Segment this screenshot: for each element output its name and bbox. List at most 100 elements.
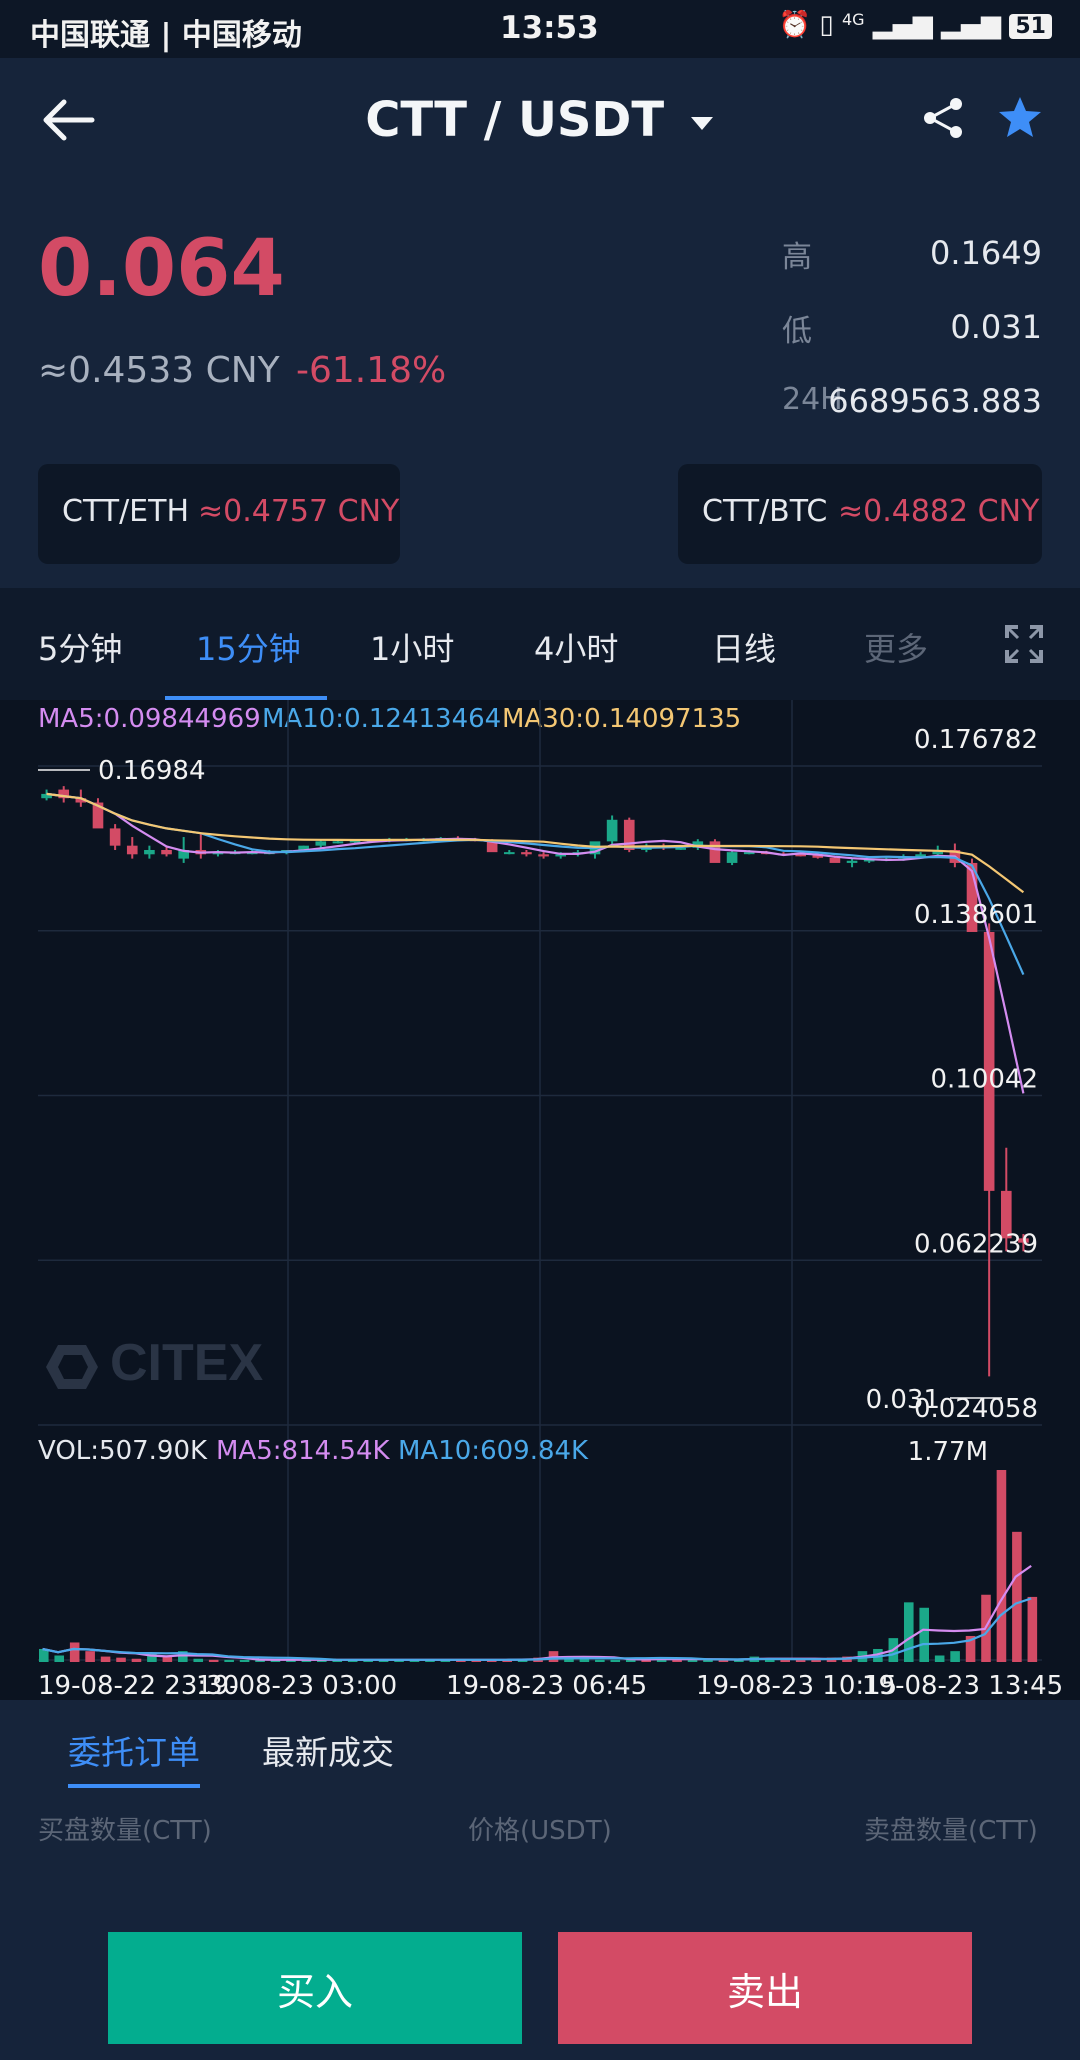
pair-eth[interactable]: CTT/ETH ≈0.4757 CNY xyxy=(38,464,400,564)
vol-legend-ma10: MA10:609.84K xyxy=(398,1436,589,1466)
orderbook-tab-indicator xyxy=(68,1784,200,1788)
tab-more[interactable]: 更多 xyxy=(864,624,928,670)
volume-bar xyxy=(193,1658,204,1662)
y-axis-label: 0.176782 xyxy=(914,725,1038,755)
volume-bar xyxy=(780,1659,790,1662)
volume-24h-value: 6689563.883 xyxy=(828,382,1042,420)
volume-bar xyxy=(239,1659,250,1662)
pair-btc-value: ≈0.4882 CNY xyxy=(838,494,1040,529)
volume-bar xyxy=(131,1658,142,1662)
volume-bars xyxy=(39,1470,1038,1662)
carrier-label: 中国联通 | 中国移动 xyxy=(30,18,302,53)
volume-bar xyxy=(208,1659,219,1662)
candle-body xyxy=(983,931,995,1191)
candle-body xyxy=(709,841,721,863)
candle-body xyxy=(109,828,121,846)
tab-15min[interactable]: 15分钟 xyxy=(196,624,301,670)
citex-watermark: CITEX xyxy=(46,1334,263,1392)
low-marker-label: 0.031 xyxy=(866,1385,940,1415)
header: CTT / USDT xyxy=(0,58,1080,188)
vol-ma10-line xyxy=(42,1597,1032,1661)
volume-bar xyxy=(116,1657,126,1662)
candle-body xyxy=(315,841,327,846)
pair-btc-label: CTT/BTC xyxy=(702,494,828,529)
watermark-text: CITEX xyxy=(110,1334,263,1392)
candle-body xyxy=(846,860,858,863)
axis-labels: 0.1767820.1386010.100420.0622390.0240580… xyxy=(38,725,1063,1700)
volume-bar xyxy=(996,1470,1007,1662)
price-panel: 0.064 ≈0.4533 CNY -61.18% 高 0.1649 低 0.0… xyxy=(0,188,1080,588)
candle-body xyxy=(726,852,738,863)
x-axis-label: 19-08-23 13:45 xyxy=(862,1671,1063,1700)
cny-price: ≈0.4533 CNY xyxy=(38,350,280,391)
status-time: 13:53 xyxy=(500,10,599,46)
volume-bar xyxy=(934,1655,945,1662)
star-icon[interactable] xyxy=(996,94,1044,142)
candle-body xyxy=(829,857,841,863)
tab-4h[interactable]: 4小时 xyxy=(534,624,618,670)
candle-body xyxy=(606,819,618,842)
pair-title[interactable]: CTT / USDT xyxy=(0,92,1080,148)
share-icon[interactable] xyxy=(922,96,966,140)
y-axis-label: 0.10042 xyxy=(930,1065,1038,1095)
low-value: 0.031 xyxy=(950,308,1042,346)
buy-button[interactable]: 买入 xyxy=(108,1932,522,2044)
candles xyxy=(41,786,1029,1377)
tab-daily[interactable]: 日线 xyxy=(712,624,776,670)
volume-bar xyxy=(1027,1596,1038,1662)
action-bar: 买入 卖出 xyxy=(0,1910,1080,2060)
ma10-line xyxy=(46,792,1025,976)
volume-bar xyxy=(100,1656,111,1662)
candle-body xyxy=(503,852,515,855)
chart-canvas: CITEX 0.176782 0.138601 0.10042 0.062239 0.0… xyxy=(38,700,1063,1700)
volume-bar xyxy=(69,1642,80,1662)
vol-legend-ma5: MA5:814.54K xyxy=(216,1436,390,1466)
ask-qty-header: 卖盘数量(CTT) xyxy=(864,1816,1038,1846)
dropdown-caret-icon xyxy=(690,117,713,130)
tab-latest-trades[interactable]: 最新成交 xyxy=(262,1726,394,1774)
pair-eth-label: CTT/ETH xyxy=(62,494,190,529)
kline-chart[interactable]: MA5:0.09844969 MA10:0.12413464 MA30:0.14… xyxy=(0,700,1080,1700)
orderbook-panel: 委托订单 最新成交 买盘数量(CTT) 价格(USDT) 卖盘数量(CTT) xyxy=(0,1700,1080,1910)
candle-body xyxy=(126,845,138,855)
y-axis-label: 0.138601 xyxy=(914,900,1038,930)
candle-body xyxy=(161,849,172,855)
price-change: -61.18% xyxy=(296,350,447,391)
citex-logo-icon xyxy=(46,1345,98,1389)
alarm-icon: ⏰ xyxy=(778,10,812,40)
status-bar: 中国联通 | 中国移动 13:53 ⏰ ▯ 4G ▂▄▆ ▂▄▆ 51 xyxy=(0,0,1080,58)
volume-bar xyxy=(950,1651,960,1662)
high-value: 0.1649 xyxy=(930,234,1042,272)
volume-bar xyxy=(595,1659,605,1662)
fullscreen-icon[interactable] xyxy=(1004,624,1044,664)
volume-bar xyxy=(610,1659,621,1662)
volume-bar xyxy=(903,1602,914,1662)
interval-tabs: 5分钟 15分钟 1小时 4小时 日线 更多 xyxy=(0,588,1080,700)
pair-eth-value: ≈0.4757 CNY xyxy=(198,494,400,529)
candle-body xyxy=(144,849,155,855)
pair-title-text: CTT / USDT xyxy=(365,92,665,148)
candle-body xyxy=(332,841,344,844)
signal-icon: ▂▄▆ xyxy=(872,10,933,40)
candle-body xyxy=(521,852,532,855)
last-price: 0.064 xyxy=(38,224,285,314)
volume-max-label: 1.77M xyxy=(908,1437,988,1467)
signal-icon-2: ▂▄▆ xyxy=(941,10,1002,40)
volume-bar xyxy=(85,1651,95,1662)
sell-button[interactable]: 卖出 xyxy=(558,1932,972,2044)
bid-qty-header: 买盘数量(CTT) xyxy=(38,1816,212,1846)
status-icons: ⏰ ▯ 4G ▂▄▆ ▂▄▆ 51 xyxy=(779,10,1052,40)
vol-ma5-line xyxy=(42,1564,1032,1661)
tab-1h[interactable]: 1小时 xyxy=(370,624,454,670)
vol-legend-total: VOL:507.90K xyxy=(38,1436,208,1466)
tab-orders[interactable]: 委托订单 xyxy=(68,1726,200,1774)
volume-bar xyxy=(54,1655,65,1662)
volume-bar xyxy=(1012,1531,1022,1662)
x-axis-label: 19-08-23 03:00 xyxy=(196,1671,397,1700)
ma5-line xyxy=(46,792,1025,1094)
vibrate-icon: ▯ xyxy=(819,10,834,40)
volume-bar xyxy=(224,1659,234,1662)
pair-btc[interactable]: CTT/BTC ≈0.4882 CNY xyxy=(678,464,1042,564)
ma-lines xyxy=(46,792,1025,1094)
tab-5min[interactable]: 5分钟 xyxy=(38,624,122,670)
